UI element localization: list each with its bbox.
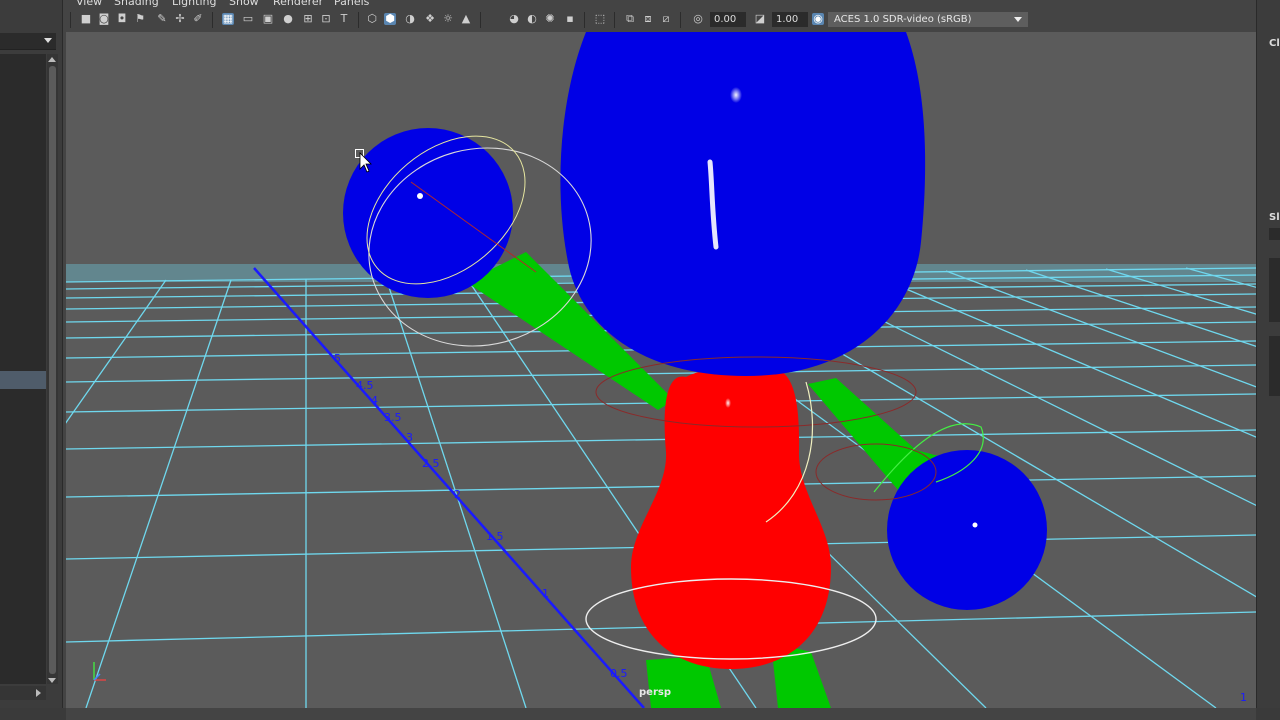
left-hand-pivot bbox=[417, 193, 423, 199]
film-gate-icon[interactable]: ▭ bbox=[242, 13, 254, 25]
axis-tick-label: 2 bbox=[454, 488, 461, 501]
camera-label: persp bbox=[639, 687, 671, 698]
scene-render[interactable]: 5 4.5 4 3.5 3 2.5 2 1.5 1 0.5 1 bbox=[66, 32, 1256, 708]
toolbar-separator bbox=[358, 12, 359, 28]
right-hand[interactable] bbox=[887, 450, 1047, 610]
xray-active-icon[interactable]: ⧄ bbox=[660, 13, 672, 25]
use-all-lights-icon[interactable]: ☼ bbox=[442, 13, 454, 25]
anti-aliasing-icon[interactable]: ✺ bbox=[544, 13, 556, 25]
color-space-label: ACES 1.0 SDR-video (sRGB) bbox=[834, 14, 972, 25]
right-hand-pivot bbox=[972, 522, 978, 528]
toolbar-separator bbox=[212, 12, 213, 28]
panel-dropdown[interactable] bbox=[0, 33, 56, 50]
head[interactable] bbox=[560, 32, 926, 376]
panel-menubar: View Shading Lighting Show Renderer Pane… bbox=[66, 0, 1256, 8]
wireframe-icon[interactable]: ⬡ bbox=[366, 13, 378, 25]
scroll-down-icon[interactable] bbox=[48, 678, 56, 683]
exposure-icon[interactable]: ◎ bbox=[692, 13, 704, 25]
isolate-select-icon[interactable]: ⬚ bbox=[594, 13, 606, 25]
axis-tick-label: 3.5 bbox=[384, 411, 402, 424]
grid-icon[interactable]: ▦ bbox=[222, 13, 234, 25]
menu-view[interactable]: View bbox=[76, 0, 102, 8]
scroll-up-icon[interactable] bbox=[48, 57, 56, 62]
axis-tick-label: 1.5 bbox=[486, 530, 504, 543]
axis-tick-label: 4 bbox=[371, 394, 378, 407]
axis-tick-label: 1 bbox=[542, 587, 549, 600]
3d-viewport[interactable]: 5 4.5 4 3.5 3 2.5 2 1.5 1 0.5 1 persp bbox=[66, 32, 1256, 708]
axis-tick-label: 2.5 bbox=[422, 457, 440, 470]
exposure-field[interactable]: 0.00 bbox=[710, 12, 746, 27]
color-space-dropdown[interactable]: ACES 1.0 SDR-video (sRGB) bbox=[828, 12, 1028, 27]
time-slider[interactable] bbox=[0, 708, 1280, 720]
outliner-panel bbox=[0, 0, 63, 720]
menu-shading[interactable]: Shading bbox=[114, 0, 159, 8]
chevron-down-icon bbox=[1014, 17, 1022, 22]
field-chart-icon[interactable]: ⊞ bbox=[302, 13, 314, 25]
chevron-down-icon bbox=[44, 38, 52, 43]
outliner-list[interactable] bbox=[0, 54, 46, 684]
xray-icon[interactable]: ⧉ bbox=[624, 13, 636, 25]
motion-blur-icon[interactable]: ◐ bbox=[526, 13, 538, 25]
safe-action-icon[interactable]: ⊡ bbox=[320, 13, 332, 25]
panel-label-mid: Sl bbox=[1269, 212, 1280, 223]
image-plane-icon[interactable]: ⚑ bbox=[134, 13, 146, 25]
toolbar-separator bbox=[584, 12, 585, 28]
camera-select-icon[interactable]: ■ bbox=[80, 13, 92, 25]
scroll-right-icon[interactable] bbox=[36, 689, 41, 697]
toolbar-separator bbox=[614, 12, 615, 28]
axis-corner-label: 1 bbox=[1240, 691, 1247, 704]
viewport-toolbar: ■ ◙ ◘ ⚑ ✎ ✢ ✐ ▦ ▭ ▣ ● ⊞ ⊡ T ⬡ ⬢ ◑ ❖ ☼ ▲ … bbox=[66, 8, 1256, 33]
menu-renderer[interactable]: Renderer bbox=[273, 0, 323, 8]
bookmark-icon[interactable]: ◘ bbox=[116, 13, 128, 25]
camera-attributes-icon[interactable]: ◙ bbox=[98, 13, 110, 25]
panel-field[interactable] bbox=[1269, 228, 1280, 240]
pencil-icon[interactable]: ✐ bbox=[192, 13, 204, 25]
axis-tick-label: 5 bbox=[334, 352, 341, 365]
resolution-gate-icon[interactable]: ▣ bbox=[262, 13, 274, 25]
color-management-icon[interactable]: ◉ bbox=[812, 13, 824, 25]
textured-icon[interactable]: ❖ bbox=[424, 13, 436, 25]
time-slider-ticks[interactable] bbox=[66, 708, 1256, 720]
axis-tick-label: 3 bbox=[406, 431, 413, 444]
xray-joints-icon[interactable]: ⧈ bbox=[642, 13, 654, 25]
panel-label-top: Cl bbox=[1269, 38, 1280, 49]
panel-field[interactable] bbox=[1269, 336, 1280, 396]
depth-of-field-icon[interactable]: ▪ bbox=[564, 13, 576, 25]
attribute-panel: Cl Sl bbox=[1256, 0, 1280, 720]
toolbar-separator bbox=[680, 12, 681, 28]
head-highlight bbox=[730, 87, 742, 103]
2d-pan-zoom-icon[interactable]: ✎ bbox=[156, 13, 168, 25]
shadows-icon[interactable]: ▲ bbox=[460, 13, 472, 25]
grease-pencil-icon[interactable]: ✢ bbox=[174, 13, 186, 25]
selected-list-item[interactable] bbox=[0, 371, 46, 389]
body-highlight bbox=[725, 398, 731, 408]
smooth-shade-icon[interactable]: ⬢ bbox=[384, 13, 396, 25]
safe-title-icon[interactable]: T bbox=[338, 13, 350, 25]
menu-panels[interactable]: Panels bbox=[334, 0, 369, 8]
screen-space-ao-icon[interactable]: ◕ bbox=[508, 13, 520, 25]
axis-tick-label: 4.5 bbox=[356, 379, 374, 392]
toolbar-separator bbox=[70, 12, 71, 28]
menu-show[interactable]: Show bbox=[229, 0, 259, 8]
vertical-scrollbar-thumb[interactable] bbox=[49, 66, 56, 674]
gamma-icon[interactable]: ◪ bbox=[754, 13, 766, 25]
menu-lighting[interactable]: Lighting bbox=[172, 0, 216, 8]
mouse-cursor-icon bbox=[355, 149, 372, 173]
panel-field[interactable] bbox=[1269, 258, 1280, 322]
axis-tick-label: 0.5 bbox=[610, 667, 628, 680]
default-material-icon[interactable]: ◑ bbox=[404, 13, 416, 25]
gate-mask-icon[interactable]: ● bbox=[282, 13, 294, 25]
gamma-field[interactable]: 1.00 bbox=[772, 12, 808, 27]
toolbar-separator bbox=[480, 12, 481, 28]
